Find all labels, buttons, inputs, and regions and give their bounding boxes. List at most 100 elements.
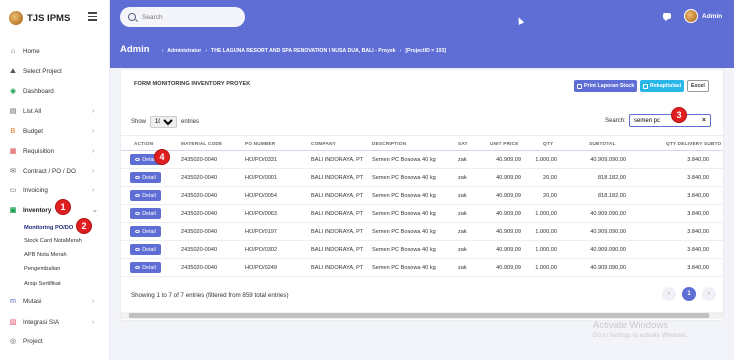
table-cell: 40.909.090,00 [590, 211, 626, 217]
column-header[interactable]: PO NUMBER [245, 141, 275, 146]
breadcrumb-separator: › [205, 48, 208, 54]
home-icon: ⌂ [10, 47, 16, 55]
table-cell: 2435020-0040 [181, 157, 218, 163]
detail-label: Detail [142, 174, 156, 181]
table-cell: Semen PC Bosowa 40 kg [372, 175, 436, 181]
excel-button[interactable]: Excel [687, 80, 709, 92]
column-header[interactable]: SAT [458, 141, 468, 146]
annotation-badge: 1 [55, 199, 71, 215]
table-search[interactable]: × [629, 114, 711, 127]
table-cell: HO/PO/0302 [245, 247, 278, 253]
breadcrumb-separator: › [399, 48, 402, 54]
sidebar-item-label: Inventory [23, 206, 52, 214]
global-search[interactable] [120, 7, 245, 27]
table-row: Detail 2435020-0040 HO/PO/0197 BALI INDORAY… [121, 223, 723, 241]
table-cell: Semen PC Bosowa 40 kg [372, 157, 436, 163]
chevron-right-icon: › [92, 147, 95, 155]
table-cell: Semen PC Bosowa 40 kg [372, 229, 436, 235]
table-cell: 40.909.090,00 [590, 265, 626, 271]
brand[interactable]: TJS IPMS [9, 9, 70, 27]
column-header[interactable]: MATERIAL CODE [181, 141, 222, 146]
column-header[interactable]: UNIT PRICE [490, 141, 519, 146]
sidebar-subitem[interactable]: Arsip Sertifikat [24, 278, 61, 290]
entries-label: entries [181, 119, 200, 125]
inventory-icon: ▣ [9, 206, 17, 214]
user-icon: ◎ [9, 337, 17, 345]
horizontal-scrollbar[interactable] [121, 312, 723, 319]
sidebar-item-home[interactable]: ⌂ Home [0, 43, 110, 59]
column-header[interactable]: DESCRIPTION [372, 141, 406, 146]
avatar[interactable] [684, 9, 698, 23]
contract-icon: ✉ [10, 167, 16, 175]
table-cell: 3.840,00 [687, 229, 709, 235]
table-cell: BALI INDORAYA, PT [311, 157, 364, 163]
print-stock-report-button[interactable]: Print Laporan Stock [574, 80, 638, 92]
table-cell: 40.909,09 [496, 175, 521, 181]
breadcrumb-item[interactable]: THE LAGUNA RESORT AND SPA RENOVATION I N… [211, 48, 396, 54]
sidebar-item-budget[interactable]: B Budget › [0, 123, 110, 139]
page-button[interactable]: 1 [682, 287, 696, 301]
global-search-input[interactable] [142, 13, 242, 21]
sidebar-item-project[interactable]: ◎ Project [0, 333, 110, 349]
sidebar-item-label: List All [23, 107, 42, 115]
annotation-badge: 2 [76, 218, 92, 234]
brand-logo [9, 11, 23, 25]
sidebar-item-contract-po-do[interactable]: ✉ Contract / PO / DO › [0, 163, 110, 179]
sidebar-item-list-all[interactable]: ▤ List All › [0, 103, 110, 119]
sidebar-item-integrasi-sia[interactable]: ▧ Integrasi SIA › [0, 314, 110, 330]
detail-button[interactable]: Detail [130, 262, 161, 273]
sidebar-item-select-project[interactable]: ⛰ Select Project [0, 63, 110, 79]
sidebar-item-invoicing[interactable]: ▭ Invoicing › [0, 182, 110, 198]
breadcrumb-item: [ProjectID = 193] [405, 48, 447, 54]
user-name[interactable]: Admin [702, 13, 722, 20]
column-header[interactable]: COMPANY [311, 141, 336, 146]
sidebar-item-dashboard[interactable]: ◉ Dashboard [0, 83, 110, 99]
table-row: Detail 2435020-0040 HO/PO/0249 BALI INDORAY… [121, 259, 723, 277]
recap-label: Rekapitulasi [650, 83, 682, 89]
table-row: Detail 2435020-0040 HO/PO/0331 BALI INDORAY… [121, 151, 723, 169]
sidebar-item-requisition[interactable]: ▦ Requisition › [0, 143, 110, 159]
table-cell: HO/PO/0249 [245, 265, 278, 271]
breadcrumb-item[interactable]: Administrator [167, 48, 201, 54]
detail-label: Detail [142, 246, 156, 253]
sidebar-subitem[interactable]: Stock Card NotaMerah [24, 235, 82, 247]
detail-button[interactable]: Detail [130, 244, 161, 255]
menu-toggle-icon[interactable] [88, 12, 97, 21]
table-cell: 1.000,00 [535, 265, 557, 271]
detail-button[interactable]: Detail [130, 190, 161, 201]
topbar: Admin [110, 0, 734, 34]
sidebar-item-mutasi[interactable]: m Mutasi › [0, 293, 110, 309]
header: Admin Admin › Administrator › THE LAGUNA… [110, 0, 734, 68]
scrollbar-thumb[interactable] [129, 313, 709, 318]
table-cell: HO/PO/0197 [245, 229, 278, 235]
entries-select[interactable]: 10 [150, 116, 178, 128]
table-cell: 40.909,09 [496, 265, 521, 271]
column-header[interactable]: SUBTOTAL [589, 141, 616, 146]
integration-icon: ▧ [9, 318, 17, 326]
detail-button[interactable]: Detail [130, 172, 161, 183]
previous-page-button[interactable]: ‹ [662, 287, 676, 301]
sidebar-subitem[interactable]: Pengembalian [24, 263, 60, 275]
detail-button[interactable]: Detail [130, 208, 161, 219]
table-info: Showing 1 to 7 of 7 entries (filtered fr… [131, 292, 289, 299]
table-cell: zak [458, 247, 467, 253]
table-cell: zak [458, 229, 467, 235]
clear-search-icon[interactable]: × [702, 117, 706, 124]
detail-button[interactable]: Detail [130, 226, 161, 237]
table-cell: 1.000,00 [535, 247, 557, 253]
eye-icon [135, 248, 141, 251]
column-header[interactable]: QTY DELIVERY [666, 141, 703, 146]
chat-icon[interactable] [663, 13, 671, 21]
next-page-button[interactable]: › [702, 287, 716, 301]
sidebar-subitem[interactable]: APB Nota Merah [24, 249, 67, 261]
column-header[interactable]: ACTION [134, 141, 153, 146]
card-title: FORM MONITORING INVENTORY PROYEK [134, 81, 251, 87]
table-search-label: Search: [605, 118, 626, 124]
column-header[interactable]: SUBTO [704, 141, 721, 146]
recap-button[interactable]: Rekapitulasi [640, 80, 685, 92]
table-cell: BALI INDORAYA, PT [311, 175, 364, 181]
sidebar-item-label: Invoicing [23, 186, 48, 194]
detail-label: Detail [142, 192, 156, 199]
column-header[interactable]: QTY [543, 141, 553, 146]
sidebar-subitem[interactable]: Monitoring PO/DO [24, 222, 73, 234]
